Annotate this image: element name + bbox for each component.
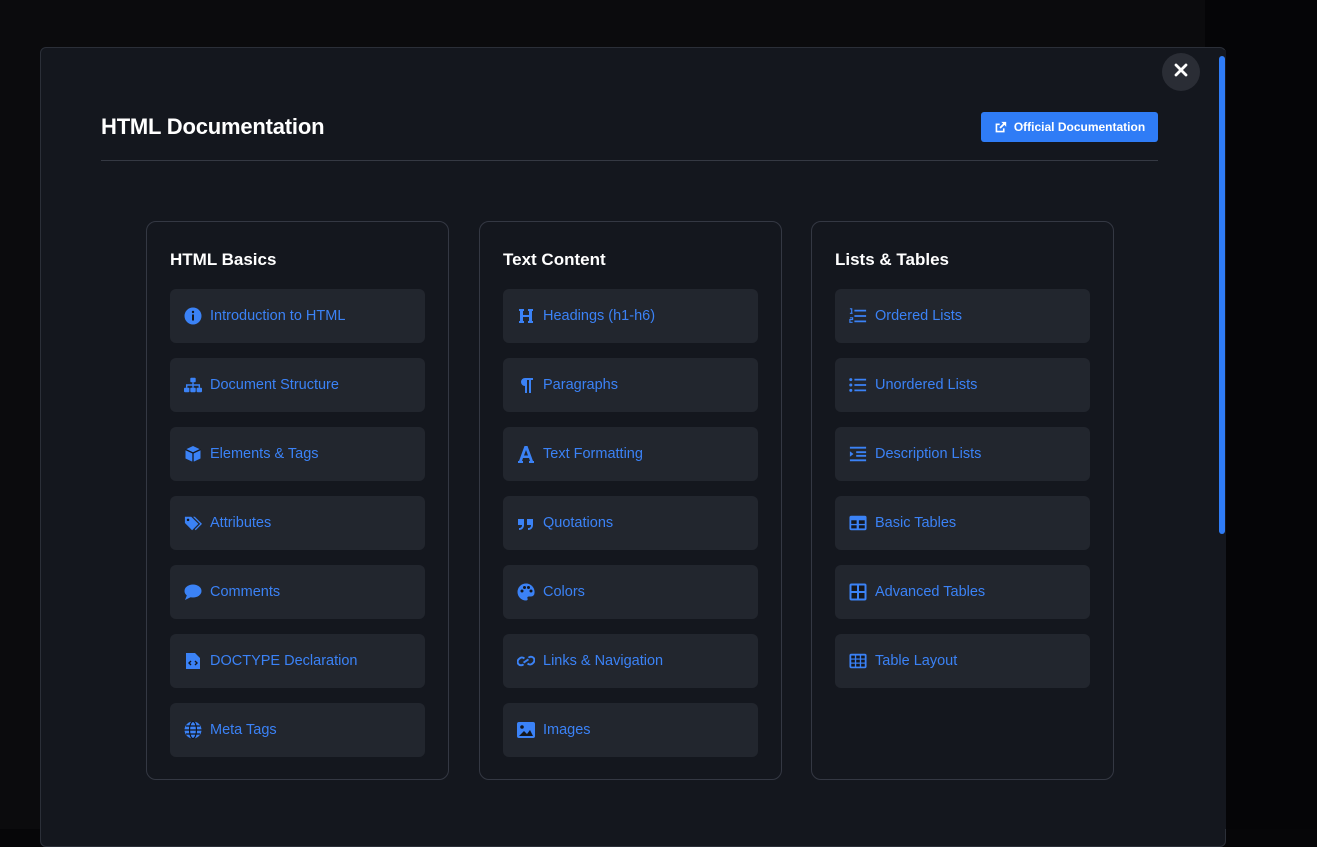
sitemap-icon — [184, 376, 202, 394]
category-title: HTML Basics — [170, 250, 277, 269]
doc-link-label: Attributes — [210, 515, 272, 531]
header-divider — [101, 160, 1158, 161]
doc-link-item[interactable]: Description Lists — [835, 427, 1090, 481]
doc-link-label: Unordered Lists — [875, 377, 978, 393]
heading-icon — [517, 307, 535, 325]
link-icon — [517, 652, 535, 670]
close-icon — [1174, 63, 1188, 82]
doc-link-item[interactable]: Table Layout — [835, 634, 1090, 688]
cube-icon — [184, 445, 202, 463]
doc-link-item[interactable]: Text Formatting — [503, 427, 758, 481]
list-ol-icon — [849, 307, 867, 325]
font-icon — [517, 445, 535, 463]
doc-link-label: Document Structure — [210, 377, 339, 393]
doc-link-item[interactable]: Basic Tables — [835, 496, 1090, 550]
category-card-0: HTML Basics Introduction to HTML Document … — [146, 221, 449, 780]
doc-link-label: Introduction to HTML — [210, 308, 346, 324]
doc-link-item[interactable]: Advanced Tables — [835, 565, 1090, 619]
table-cells-icon — [849, 652, 867, 670]
quote-icon — [517, 514, 535, 532]
doc-link-item[interactable]: Elements & Tags — [170, 427, 425, 481]
doc-link-label: Meta Tags — [210, 722, 277, 738]
doc-link-item[interactable]: Colors — [503, 565, 758, 619]
doc-link-item[interactable]: Attributes — [170, 496, 425, 550]
scrollbar-thumb[interactable] — [1219, 56, 1225, 534]
doc-link-item[interactable]: Unordered Lists — [835, 358, 1090, 412]
doc-link-label: Advanced Tables — [875, 584, 986, 600]
comment-icon — [184, 583, 202, 601]
globe-icon — [184, 721, 202, 739]
file-code-icon — [184, 652, 202, 670]
category-title: Text Content — [503, 250, 606, 269]
doc-link-label: Basic Tables — [875, 515, 957, 531]
table-icon — [849, 514, 867, 532]
doc-link-label: Comments — [210, 584, 281, 600]
doc-link-item[interactable]: Meta Tags — [170, 703, 425, 757]
doc-link-label: Ordered Lists — [875, 308, 963, 324]
indent-icon — [849, 445, 867, 463]
category-title: Lists & Tables — [835, 250, 949, 269]
doc-link-label: Quotations — [543, 515, 614, 531]
doc-link-label: Text Formatting — [543, 446, 643, 462]
doc-link-item[interactable]: Links & Navigation — [503, 634, 758, 688]
page-title: HTML Documentation — [101, 114, 325, 139]
doc-link-item[interactable]: Comments — [170, 565, 425, 619]
doc-link-label: Images — [543, 722, 591, 738]
doc-link-label: Colors — [543, 584, 585, 600]
info-circle-icon — [184, 307, 202, 325]
category-card-1: Text Content Headings (h1-h6) Paragraphs Te… — [479, 221, 782, 780]
doc-link-item[interactable]: Images — [503, 703, 758, 757]
doc-link-label: DOCTYPE Declaration — [210, 653, 358, 669]
doc-link-label: Paragraphs — [543, 377, 618, 393]
doc-link-item[interactable]: Introduction to HTML — [170, 289, 425, 343]
doc-link-label: Headings (h1-h6) — [543, 308, 656, 324]
palette-icon — [517, 583, 535, 601]
doc-link-label: Description Lists — [875, 446, 982, 462]
doc-link-item[interactable]: Paragraphs — [503, 358, 758, 412]
doc-link-label: Table Layout — [875, 653, 958, 669]
doc-link-label: Links & Navigation — [543, 653, 664, 669]
tags-icon — [184, 514, 202, 532]
list-ul-icon — [849, 376, 867, 394]
doc-link-item[interactable]: Ordered Lists — [835, 289, 1090, 343]
doc-link-item[interactable]: Headings (h1-h6) — [503, 289, 758, 343]
paragraph-icon — [517, 376, 535, 394]
doc-link-item[interactable]: DOCTYPE Declaration — [170, 634, 425, 688]
table-cells-large-icon — [849, 583, 867, 601]
doc-link-label: Elements & Tags — [210, 446, 319, 462]
official-documentation-button[interactable]: Official Documentation — [981, 112, 1158, 142]
doc-link-item[interactable]: Document Structure — [170, 358, 425, 412]
image-icon — [517, 721, 535, 739]
official-documentation-label: Official Documentation — [1013, 120, 1146, 134]
doc-link-item[interactable]: Quotations — [503, 496, 758, 550]
category-card-2: Lists & Tables Ordered Lists Unordered Lis… — [811, 221, 1114, 780]
external-link-icon — [994, 121, 1007, 134]
close-button[interactable] — [1162, 53, 1200, 91]
